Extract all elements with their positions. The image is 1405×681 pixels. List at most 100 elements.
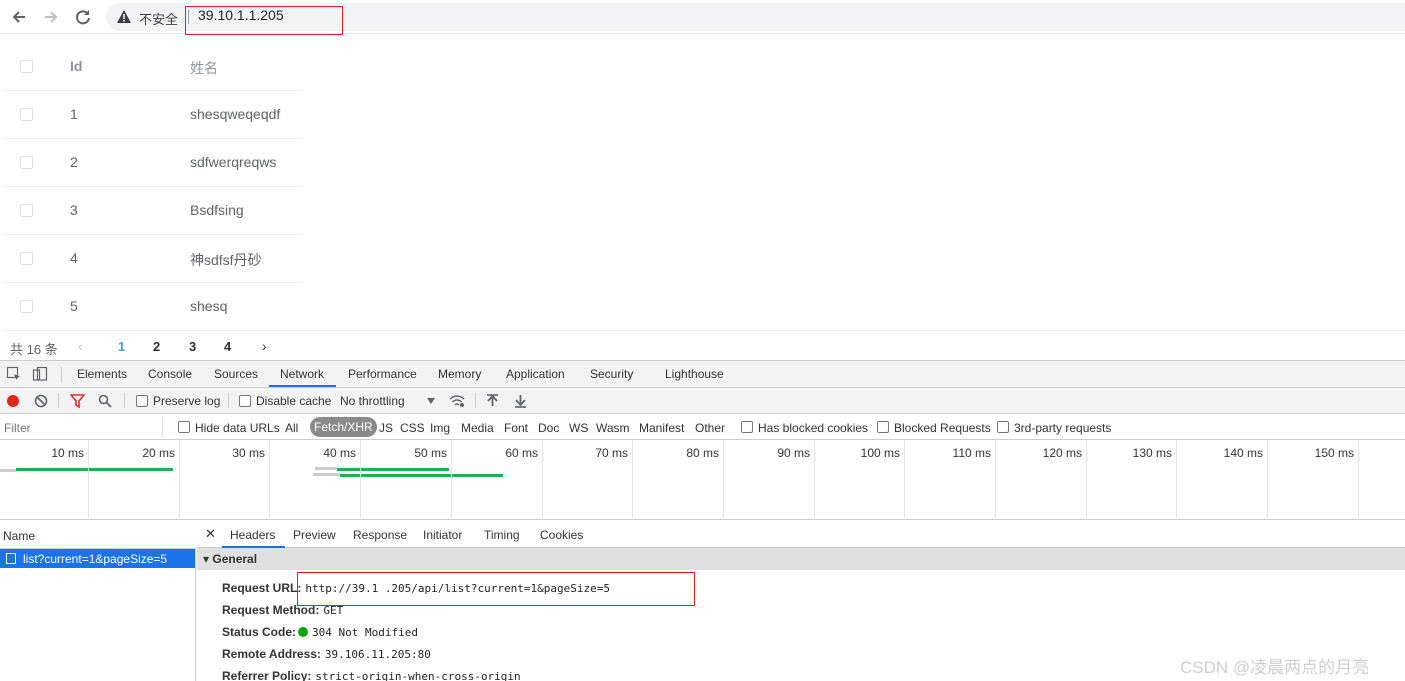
tab-sources[interactable]: Sources: [214, 367, 258, 381]
tab-timing[interactable]: Timing: [484, 528, 520, 542]
column-header-name: 姓名: [190, 60, 218, 76]
general-section-header[interactable]: ▾ General: [197, 548, 1405, 570]
warning-icon: [117, 10, 131, 23]
export-har-icon[interactable]: [514, 394, 527, 408]
has-blocked-cookies-label: Has blocked cookies: [758, 421, 869, 435]
table-row: 3 Bsdfsing: [5, 187, 300, 235]
back-button[interactable]: [8, 6, 30, 28]
row-checkbox[interactable]: [20, 108, 33, 121]
inspect-element-icon[interactable]: [6, 366, 22, 382]
tab-network[interactable]: Network: [280, 367, 324, 381]
reload-button[interactable]: [72, 6, 94, 28]
arrow-left-icon: [12, 11, 25, 23]
table-row: 2 sdfwerqreqws: [5, 139, 300, 187]
timeline-gridline: [1267, 440, 1268, 520]
timeline-tick-label: 130 ms: [1132, 446, 1172, 460]
prev-page-button[interactable]: ‹: [78, 338, 83, 354]
tab-application[interactable]: Application: [506, 367, 565, 381]
network-conditions-icon[interactable]: [449, 394, 465, 408]
page-3-button[interactable]: 3: [189, 339, 196, 354]
timeline-gridline: [451, 440, 452, 520]
page-4-button[interactable]: 4: [224, 339, 231, 354]
tabbar-divider: [61, 367, 62, 382]
disable-cache-checkbox[interactable]: [239, 395, 251, 407]
toolbar-divider: [58, 393, 59, 408]
page-2-button[interactable]: 2: [153, 339, 160, 354]
preserve-log-checkbox[interactable]: [136, 395, 148, 407]
cell-name: 神sdfsf丹砂: [190, 252, 262, 268]
network-toolbar: Preserve log Disable cache No throttling: [0, 388, 1405, 414]
timeline-tick-label: 40 ms: [323, 446, 356, 460]
tab-performance[interactable]: Performance: [348, 367, 417, 381]
hide-data-urls-label: Hide data URLs: [195, 421, 280, 435]
pagination-total: 共 16 条: [10, 342, 58, 357]
tab-initiator[interactable]: Initiator: [423, 528, 462, 542]
tab-cookies[interactable]: Cookies: [540, 528, 583, 542]
throttling-select[interactable]: No throttling: [340, 394, 405, 408]
name-column-header[interactable]: Name: [3, 529, 35, 543]
next-page-button[interactable]: ›: [262, 338, 267, 354]
filter-type-manifest[interactable]: Manifest: [639, 421, 684, 435]
filter-type-css[interactable]: CSS: [400, 421, 425, 435]
disable-cache-label: Disable cache: [256, 394, 332, 408]
tab-console[interactable]: Console: [148, 367, 192, 381]
filter-type-js[interactable]: JS: [379, 421, 393, 435]
hide-data-urls-checkbox[interactable]: [178, 421, 190, 433]
filter-type-fetch-xhr[interactable]: Fetch/XHR: [310, 417, 377, 437]
filter-type-all[interactable]: All: [285, 421, 298, 435]
header-field-referrer-policy: Referrer Policy: strict-origin-when-cross…: [222, 669, 521, 681]
timeline-tick-label: 20 ms: [142, 446, 175, 460]
select-all-checkbox[interactable]: [20, 60, 33, 73]
has-blocked-cookies-checkbox[interactable]: [741, 421, 753, 433]
request-list: Name list?current=1&pageSize=5: [0, 520, 196, 681]
tab-security[interactable]: Security: [590, 367, 633, 381]
filter-type-font[interactable]: Font: [504, 421, 528, 435]
filter-type-ws[interactable]: WS: [569, 421, 588, 435]
timeline-bar-queue: [313, 473, 340, 476]
timeline-gridline: [542, 440, 543, 520]
row-checkbox[interactable]: [20, 156, 33, 169]
filter-icon[interactable]: [70, 394, 85, 408]
tab-preview[interactable]: Preview: [293, 528, 336, 542]
cell-id: 5: [70, 298, 78, 314]
third-party-label: 3rd-party requests: [1014, 421, 1112, 435]
third-party-checkbox[interactable]: [997, 421, 1009, 433]
filter-type-doc[interactable]: Doc: [538, 421, 559, 435]
reload-icon: [76, 10, 90, 25]
network-overview-timeline[interactable]: 10 ms 20 ms 30 ms 40 ms 50 ms 60 ms 70 ms 80 ms…: [0, 440, 1405, 520]
import-har-icon[interactable]: [486, 394, 499, 408]
tab-lighthouse[interactable]: Lighthouse: [665, 367, 724, 381]
tab-elements[interactable]: Elements: [77, 367, 127, 381]
search-icon[interactable]: [98, 394, 112, 408]
filter-type-media[interactable]: Media: [461, 421, 494, 435]
timeline-tick-label: 50 ms: [414, 446, 447, 460]
timeline-gridline: [1358, 440, 1359, 520]
filter-type-img[interactable]: Img: [430, 421, 450, 435]
record-icon[interactable]: [6, 394, 20, 408]
timeline-tick-label: 80 ms: [686, 446, 719, 460]
document-icon: [6, 553, 16, 564]
filter-type-wasm[interactable]: Wasm: [596, 421, 630, 435]
page-1-button[interactable]: 1: [118, 339, 125, 354]
timeline-gridline: [995, 440, 996, 520]
row-checkbox[interactable]: [20, 252, 33, 265]
device-toolbar-icon[interactable]: [32, 366, 48, 382]
close-icon[interactable]: ✕: [205, 526, 216, 542]
general-section-title: ▾ General: [203, 552, 258, 566]
clear-icon[interactable]: [34, 394, 48, 408]
timeline-gridline: [723, 440, 724, 520]
forward-button[interactable]: [40, 6, 62, 28]
timeline-gridline: [814, 440, 815, 520]
row-checkbox[interactable]: [20, 204, 33, 217]
cell-name: sdfwerqreqws: [190, 154, 277, 170]
filter-type-other[interactable]: Other: [695, 421, 725, 435]
filter-input[interactable]: Filter: [0, 417, 163, 437]
row-checkbox[interactable]: [20, 300, 33, 313]
blocked-requests-checkbox[interactable]: [877, 421, 889, 433]
tab-response[interactable]: Response: [353, 528, 407, 542]
request-row[interactable]: list?current=1&pageSize=5: [0, 549, 195, 568]
tab-headers[interactable]: Headers: [230, 528, 275, 542]
timeline-tick-label: 10 ms: [51, 446, 84, 460]
tab-memory[interactable]: Memory: [438, 367, 481, 381]
timeline-tick-label: 30 ms: [232, 446, 265, 460]
